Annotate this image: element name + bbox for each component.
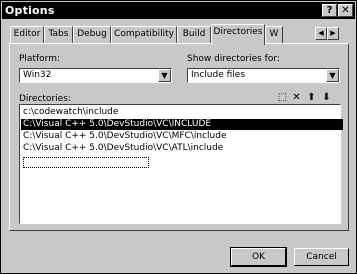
directories-label: Directories:: [19, 94, 71, 104]
platform-value: Win32: [23, 70, 52, 80]
move-up-icon[interactable]: ⬆: [306, 93, 317, 103]
move-down-icon[interactable]: ⬇: [321, 93, 332, 103]
close-button[interactable]: ✕: [338, 4, 353, 17]
tab-scroll-left-icon[interactable]: ◀: [315, 27, 327, 40]
list-item[interactable]: C:\Visual C++ 5.0\DevStudio\VC\ATL\inclu…: [23, 143, 223, 154]
list-item[interactable]: C:\Visual C++ 5.0\DevStudio\VC\MFC\inclu…: [23, 131, 226, 142]
tab-directories[interactable]: Directories: [211, 24, 265, 45]
cancel-button[interactable]: Cancel: [294, 248, 349, 266]
delete-icon[interactable]: ✕: [291, 93, 302, 103]
chevron-down-icon[interactable]: ▼: [326, 69, 339, 82]
tab-tabs[interactable]: Tabs: [44, 26, 73, 43]
tab-build[interactable]: Build: [177, 26, 211, 43]
options-dialog: Options ? ✕ Editor Tabs Debug Compatibil…: [0, 0, 357, 274]
directories-panel: Platform: Win32 ▼ Show directories for: …: [9, 43, 349, 231]
list-item[interactable]: c:\codewatch\include: [23, 107, 118, 118]
chevron-down-icon[interactable]: ▼: [158, 69, 171, 82]
title-bar[interactable]: Options ? ✕: [2, 2, 355, 19]
tab-debug[interactable]: Debug: [73, 26, 111, 43]
ok-button[interactable]: OK: [230, 247, 287, 267]
tab-editor[interactable]: Editor: [10, 26, 44, 43]
directories-list[interactable]: c:\codewatch\include C:\Visual C++ 5.0\D…: [19, 104, 343, 224]
show-directories-label: Show directories for:: [187, 54, 280, 64]
platform-label: Platform:: [19, 54, 60, 64]
platform-select[interactable]: Win32 ▼: [19, 68, 172, 83]
list-item-selected[interactable]: C:\Visual C++ 5.0\DevStudio\VC\INCLUDE: [21, 119, 343, 130]
new-directory-icon[interactable]: ⬚: [277, 93, 288, 103]
help-button[interactable]: ?: [322, 4, 337, 17]
dialog-title: Options: [5, 4, 55, 17]
tab-compatibility[interactable]: Compatibility: [111, 26, 177, 43]
show-directories-select[interactable]: Include files ▼: [187, 68, 340, 83]
new-entry-placeholder[interactable]: [23, 157, 149, 168]
show-directories-value: Include files: [191, 70, 246, 80]
tab-scroll-right-icon[interactable]: ▶: [327, 27, 339, 40]
tab-partial[interactable]: W: [265, 26, 283, 43]
